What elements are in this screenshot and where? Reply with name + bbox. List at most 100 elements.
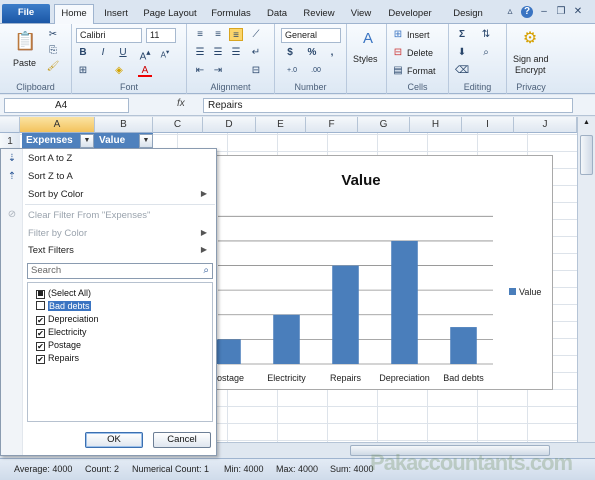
filter-checkbox[interactable]: ✔ (36, 329, 45, 338)
number-format-select[interactable]: General (281, 28, 341, 43)
insert-cells-button[interactable]: Insert (407, 30, 430, 40)
menu-sort-a-to-z[interactable]: Sort A to Z (28, 153, 72, 164)
cut-icon[interactable]: ✂ (46, 28, 60, 41)
align-right-icon[interactable]: ☰ (229, 46, 243, 59)
styles-icon[interactable]: A (359, 30, 377, 48)
filter-list-item[interactable]: ✔ Postage (36, 339, 81, 351)
sort-filter-icon[interactable]: ⇅ (479, 28, 493, 41)
scroll-up-icon[interactable]: ▲ (580, 119, 593, 131)
filter-checkbox[interactable] (36, 301, 45, 310)
column-header-e[interactable]: E (256, 117, 306, 133)
menu-sort-by-color[interactable]: Sort by Color ▶ (28, 189, 214, 200)
column-header-j[interactable]: J (514, 117, 577, 133)
filter-values-list[interactable]: (Select All) Bad debts ✔ Depreciation ✔ Elect… (27, 282, 213, 422)
fill-icon[interactable]: ⬇ (455, 46, 469, 59)
column-header-b[interactable]: B (95, 117, 153, 133)
align-middle-icon[interactable]: ≡ (211, 28, 225, 41)
wrap-text-icon[interactable]: ↵ (249, 46, 263, 59)
filter-list-item[interactable]: Bad debts (36, 300, 91, 312)
menu-sort-z-to-a[interactable]: Sort Z to A (28, 171, 73, 182)
tab-review[interactable]: Review (299, 5, 339, 24)
paste-button[interactable]: Paste (13, 58, 36, 68)
increase-decimal-button[interactable]: +.0 (281, 64, 303, 77)
column-header-h[interactable]: H (410, 117, 462, 133)
align-top-icon[interactable]: ≡ (193, 28, 207, 41)
decrease-decimal-button[interactable]: .00 (305, 64, 327, 77)
comma-button[interactable]: , (325, 46, 339, 59)
tab-insert[interactable]: Insert (98, 5, 134, 24)
insert-function-button[interactable]: fx (177, 98, 185, 109)
close-window-icon[interactable]: ✕ (572, 6, 584, 18)
orientation-icon[interactable]: ⟋ (249, 28, 263, 41)
select-all-corner[interactable] (0, 117, 20, 133)
filter-checkbox[interactable] (36, 290, 45, 299)
font-color-icon[interactable]: A (138, 64, 152, 77)
tab-formulas[interactable]: Formulas (207, 5, 255, 24)
menu-text-filters[interactable]: Text Filters ▶ (28, 245, 214, 256)
tab-developer[interactable]: Developer (384, 5, 436, 24)
clear-icon[interactable]: ⌫ (455, 64, 469, 77)
decrease-indent-icon[interactable]: ⇤ (193, 64, 207, 77)
currency-button[interactable]: $ (283, 46, 297, 59)
filter-list-item[interactable]: ✔ Electricity (36, 326, 87, 338)
ok-button[interactable]: OK (85, 432, 143, 448)
increase-indent-icon[interactable]: ⇥ (211, 64, 225, 77)
font-size-select[interactable]: 11 (146, 28, 176, 43)
align-left-icon[interactable]: ☰ (193, 46, 207, 59)
sign-encrypt-icon[interactable]: ⚙ (519, 28, 541, 50)
column-header-f[interactable]: F (306, 117, 358, 133)
align-center-icon[interactable]: ☰ (211, 46, 225, 59)
filter-list-item[interactable]: (Select All) (36, 287, 91, 299)
fill-color-icon[interactable]: ◈ (112, 64, 126, 77)
autosum-button[interactable]: Σ (455, 28, 469, 41)
filter-list-item[interactable]: ✔ Repairs (36, 352, 79, 364)
cancel-button[interactable]: Cancel (153, 432, 211, 448)
styles-button[interactable]: Styles (353, 54, 378, 64)
tab-data[interactable]: Data (262, 5, 292, 24)
percent-button[interactable]: % (305, 46, 319, 59)
filter-checkbox[interactable]: ✔ (36, 316, 45, 325)
tab-page-layout[interactable]: Page Layout (140, 5, 200, 24)
column-header-d[interactable]: D (203, 117, 256, 133)
italic-button[interactable]: I (96, 46, 110, 59)
name-box[interactable]: A4 (4, 98, 129, 113)
merge-center-icon[interactable]: ⊟ (249, 64, 263, 77)
filter-dropdown-expenses[interactable]: ▼ (80, 134, 94, 148)
filter-list-item[interactable]: ✔ Depreciation (36, 313, 99, 325)
formula-input[interactable]: Repairs (203, 98, 573, 113)
format-painter-icon[interactable]: 🖌 (46, 60, 60, 73)
font-name-select[interactable]: Calibri (76, 28, 142, 43)
delete-cells-button[interactable]: Delete (407, 48, 433, 58)
column-header-g[interactable]: G (358, 117, 410, 133)
column-header-c[interactable]: C (153, 117, 203, 133)
format-cells-button[interactable]: Format (407, 66, 436, 76)
chart-area[interactable]: Postage Electricity Repairs Depreciation Bad… (200, 155, 553, 390)
encrypt-label[interactable]: Encrypt (515, 65, 546, 75)
underline-button[interactable]: U (116, 46, 130, 59)
tab-home[interactable]: Home (54, 4, 94, 25)
filter-dropdown-value[interactable]: ▼ (139, 134, 153, 148)
tab-file[interactable]: File (2, 4, 50, 23)
paste-icon[interactable]: 📋 (14, 30, 36, 52)
restore-window-icon[interactable]: ❐ (555, 6, 567, 18)
filter-checkbox[interactable]: ✔ (36, 342, 45, 351)
column-header-i[interactable]: I (462, 117, 514, 133)
find-select-icon[interactable]: ⌕ (479, 46, 493, 59)
sign-and-label[interactable]: Sign and (513, 54, 549, 64)
vertical-scrollbar[interactable]: ▲ (577, 117, 595, 442)
vertical-scroll-thumb[interactable] (580, 135, 593, 175)
shrink-font-icon[interactable]: A▾ (158, 46, 172, 60)
copy-icon[interactable]: ⎘ (46, 44, 60, 57)
filter-search-input[interactable]: Search ⌕ (27, 263, 213, 279)
grow-font-icon[interactable]: A▴ (138, 46, 152, 62)
minimize-window-icon[interactable]: – (538, 6, 550, 18)
filter-checkbox[interactable]: ✔ (36, 355, 45, 364)
tab-design[interactable]: Design (446, 5, 490, 24)
column-header-a[interactable]: A (20, 117, 95, 133)
minimize-ribbon-icon[interactable]: ▵ (504, 6, 516, 18)
bold-button[interactable]: B (76, 46, 90, 59)
align-bottom-icon[interactable]: ≡ (229, 28, 243, 41)
help-icon[interactable]: ? (521, 6, 533, 18)
tab-view[interactable]: View (346, 5, 376, 24)
borders-icon[interactable]: ⊞ (76, 64, 90, 77)
